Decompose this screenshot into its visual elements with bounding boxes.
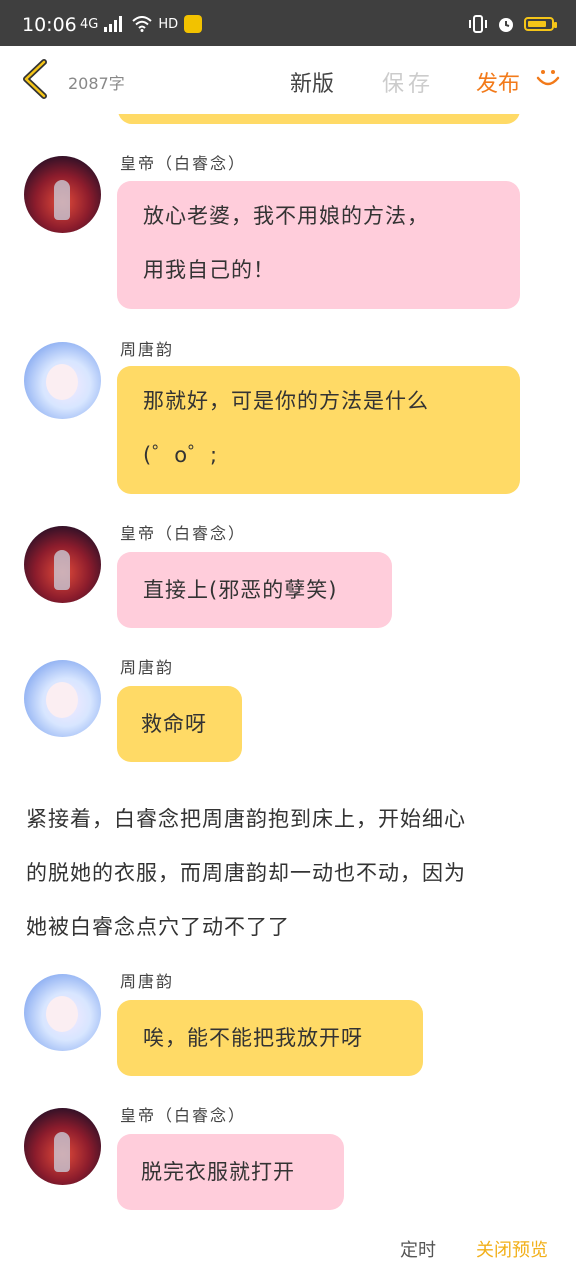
- signal-icon: [104, 16, 123, 32]
- app-notification-icon: [184, 15, 203, 33]
- network-type: 4G: [80, 16, 99, 32]
- avatar: [24, 1108, 101, 1185]
- narration-text: 紧接着，白睿念把周唐韵抱到床上，开始细心 的脱她的衣服，而周唐韵却一动也不动，因…: [26, 792, 546, 954]
- message-bubble: 救命呀: [117, 686, 242, 762]
- message-bubble: 直接上(邪恶的孽笑): [117, 552, 392, 628]
- status-icons-right: [468, 14, 557, 34]
- message-line: 直接上(邪恶的孽笑): [143, 578, 338, 602]
- message-line: 用我自己的！: [143, 258, 275, 282]
- message-bubble: 放心老婆，我不用娘的方法， 用我自己的！: [117, 181, 520, 309]
- save-button[interactable]: 保存: [382, 66, 434, 98]
- publish-button[interactable]: 发布: [476, 66, 520, 98]
- avatar: [24, 660, 101, 737]
- back-icon[interactable]: [14, 56, 54, 102]
- avatar: [24, 526, 101, 603]
- smile-icon[interactable]: [534, 64, 562, 92]
- status-bar: 10:06 4G HD: [0, 0, 576, 46]
- word-count: 2087字: [68, 74, 125, 93]
- avatar: [24, 156, 101, 233]
- message-bubble: 脱完衣服就打开: [117, 1134, 344, 1210]
- chat-preview[interactable]: 皇帝（白睿念） 放心老婆，我不用娘的方法， 用我自己的！ 周唐韵 那就好，可是你…: [0, 114, 576, 1280]
- timer-button[interactable]: 定时: [400, 1236, 436, 1262]
- avatar: [24, 974, 101, 1051]
- status-time: 10:06: [22, 14, 77, 36]
- message-line: 脱完衣服就打开: [141, 1160, 295, 1184]
- close-preview-button[interactable]: 关闭预览: [476, 1236, 548, 1262]
- narration-line: 的脱她的衣服，而周唐韵却一动也不动，因为: [26, 861, 466, 885]
- avatar: [24, 342, 101, 419]
- editor-header: 2087字 新版 保存 发布: [0, 46, 576, 114]
- battery-icon: [524, 17, 557, 31]
- speaker-name: 皇帝（白睿念）: [120, 1106, 247, 1125]
- speaker-name: 皇帝（白睿念）: [120, 524, 247, 543]
- speaker-name: 周唐韵: [120, 658, 175, 677]
- message-line: 那就好，可是你的方法是什么: [143, 389, 429, 413]
- hd-indicator: HD: [158, 16, 179, 32]
- message-line: 救命呀: [141, 712, 207, 736]
- message-line: 唉，能不能把我放开呀: [143, 1026, 363, 1050]
- speaker-name: 周唐韵: [120, 340, 175, 359]
- new-version-button[interactable]: 新版: [290, 66, 334, 98]
- message-line: 放心老婆，我不用娘的方法，: [143, 204, 429, 228]
- speaker-name: 周唐韵: [120, 972, 175, 991]
- speaker-name: 皇帝（白睿念）: [120, 154, 247, 173]
- alarm-icon: [499, 18, 513, 32]
- vibrate-icon: [469, 15, 487, 33]
- wifi-icon: [132, 16, 153, 32]
- narration-line: 她被白睿念点穴了动不了了: [26, 915, 290, 939]
- message-line: (゜o゜;: [143, 443, 219, 467]
- previous-bubble: [118, 114, 520, 124]
- narration-line: 紧接着，白睿念把周唐韵抱到床上，开始细心: [26, 807, 466, 831]
- message-bubble: 那就好，可是你的方法是什么 (゜o゜;: [117, 366, 520, 494]
- status-icons-left: 4G HD: [80, 14, 203, 34]
- message-bubble: 唉，能不能把我放开呀: [117, 1000, 423, 1076]
